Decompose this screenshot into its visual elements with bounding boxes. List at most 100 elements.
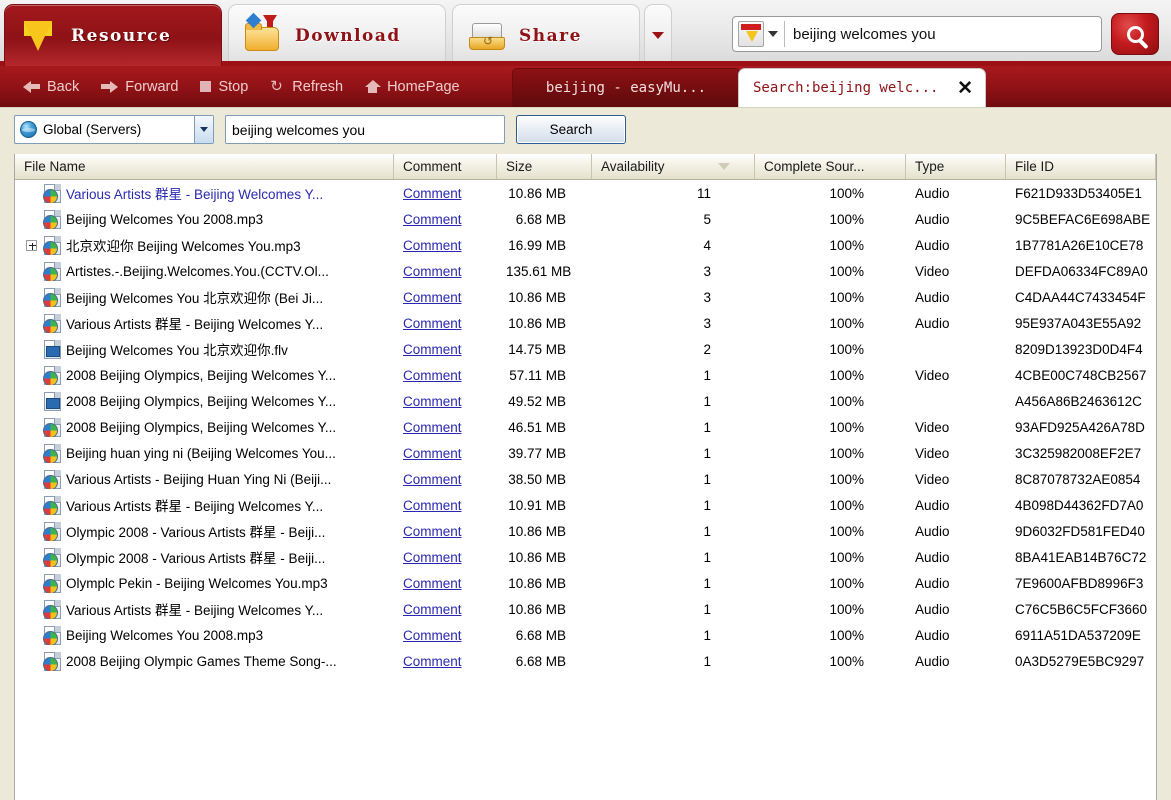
- nav-back-button[interactable]: Back: [14, 76, 88, 98]
- cell-file-id: 9D6032FD581FED40: [1006, 524, 1156, 539]
- doc-tab-search[interactable]: Search:beijing welc... ✕: [738, 68, 986, 107]
- cell-file-name[interactable]: 北京欢迎你 Beijing Welcomes You.mp3: [15, 235, 394, 255]
- table-row[interactable]: Artistes.-.Beijing.Welcomes.You.(CCTV.Ol…: [15, 258, 1156, 284]
- table-row[interactable]: Various Artists 群星 - Beijing Welcomes Y.…: [15, 310, 1156, 336]
- comment-link[interactable]: Comment: [394, 368, 497, 383]
- search-button[interactable]: Search: [516, 115, 626, 144]
- cell-file-id: A456A86B2463612C: [1006, 394, 1156, 409]
- column-header-size[interactable]: Size: [497, 154, 592, 179]
- column-header-availability[interactable]: Availability: [592, 154, 755, 179]
- expand-icon[interactable]: [26, 239, 37, 251]
- table-row[interactable]: Beijing Welcomes You 北京欢迎你.flv Comment 14.…: [15, 336, 1156, 362]
- nav-homepage-button[interactable]: HomePage: [356, 76, 469, 98]
- global-search-box[interactable]: [732, 16, 1102, 52]
- cell-file-name[interactable]: 2008 Beijing Olympics, Beijing Welcomes …: [15, 417, 394, 437]
- chevron-down-icon[interactable]: [768, 31, 778, 37]
- cell-file-name[interactable]: Beijing Welcomes You 2008.mp3: [15, 625, 394, 645]
- table-row[interactable]: Beijing huan ying ni (Beijing Welcomes Y…: [15, 440, 1156, 466]
- nav-back-label: Back: [47, 78, 80, 95]
- cell-file-name[interactable]: 2008 Beijing Olympic Games Theme Song-..…: [15, 651, 394, 671]
- comment-link[interactable]: Comment: [394, 550, 497, 565]
- cell-file-name[interactable]: 2008 Beijing Olympics, Beijing Welcomes …: [15, 391, 394, 411]
- comment-link[interactable]: Comment: [394, 264, 497, 279]
- search-engine-icon[interactable]: [738, 21, 764, 47]
- comment-link[interactable]: Comment: [394, 524, 497, 539]
- comment-link[interactable]: Comment: [394, 472, 497, 487]
- comment-link[interactable]: Comment: [394, 290, 497, 305]
- global-search-input[interactable]: [785, 25, 1101, 43]
- cell-file-name[interactable]: Various Artists 群星 - Beijing Welcomes Y.…: [15, 313, 394, 333]
- table-row[interactable]: Olymplc Pekin - Beijing Welcomes You.mp3…: [15, 570, 1156, 596]
- cell-complete-label: 100%: [829, 549, 864, 565]
- table-row[interactable]: Various Artists - Beijing Huan Ying Ni (…: [15, 466, 1156, 492]
- close-icon[interactable]: ✕: [957, 79, 973, 98]
- search-input[interactable]: [225, 115, 505, 144]
- table-row[interactable]: 北京欢迎你 Beijing Welcomes You.mp3 Comment 16.…: [15, 232, 1156, 258]
- cell-file-name[interactable]: Beijing Welcomes You 2008.mp3: [15, 209, 394, 229]
- comment-link[interactable]: Comment: [394, 602, 497, 617]
- chevron-down-icon[interactable]: [194, 116, 213, 143]
- nav-refresh-button[interactable]: ↻ Refresh: [261, 76, 352, 98]
- comment-link[interactable]: Comment: [394, 342, 497, 357]
- cell-file-name[interactable]: Various Artists 群星 - Beijing Welcomes Y.…: [15, 183, 394, 203]
- comment-link[interactable]: Comment: [394, 186, 497, 201]
- comment-link[interactable]: Comment: [394, 498, 497, 513]
- cell-file-name[interactable]: Various Artists 群星 - Beijing Welcomes Y.…: [15, 599, 394, 619]
- nav-stop-button[interactable]: Stop: [191, 76, 257, 98]
- cell-file-name[interactable]: Artistes.-.Beijing.Welcomes.You.(CCTV.Ol…: [15, 261, 394, 281]
- comment-link[interactable]: Comment: [394, 654, 497, 669]
- table-row[interactable]: 2008 Beijing Olympic Games Theme Song-..…: [15, 648, 1156, 674]
- table-row[interactable]: Various Artists 群星 - Beijing Welcomes Y.…: [15, 180, 1156, 206]
- cell-file-name[interactable]: Beijing Welcomes You 北京欢迎你 (Bei Ji...: [15, 287, 394, 307]
- cell-file-name[interactable]: 2008 Beijing Olympics, Beijing Welcomes …: [15, 365, 394, 385]
- column-header-fileid[interactable]: File ID: [1006, 154, 1156, 179]
- table-row[interactable]: 2008 Beijing Olympics, Beijing Welcomes …: [15, 388, 1156, 414]
- comment-link[interactable]: Comment: [394, 238, 497, 253]
- column-header-type[interactable]: Type: [906, 154, 1006, 179]
- table-row[interactable]: Olympic 2008 - Various Artists 群星 - Beij…: [15, 518, 1156, 544]
- cell-type-label: Video: [915, 367, 950, 383]
- doc-tab-browser[interactable]: beijing - easyMu...: [512, 68, 740, 107]
- column-header-comment[interactable]: Comment: [394, 154, 497, 179]
- main-tab-overflow-button[interactable]: [644, 4, 672, 66]
- results-list-body[interactable]: Various Artists 群星 - Beijing Welcomes Y.…: [15, 180, 1156, 800]
- table-row[interactable]: 2008 Beijing Olympics, Beijing Welcomes …: [15, 362, 1156, 388]
- stop-square-icon: [200, 81, 212, 92]
- search-scope-select[interactable]: Global (Servers): [14, 115, 214, 144]
- comment-link[interactable]: Comment: [394, 212, 497, 227]
- comment-link[interactable]: Comment: [394, 628, 497, 643]
- cell-size: 10.86 MB: [497, 550, 592, 565]
- cell-file-name[interactable]: Olymplc Pekin - Beijing Welcomes You.mp3: [15, 573, 394, 593]
- comment-link[interactable]: Comment: [394, 576, 497, 591]
- main-tab-share[interactable]: Share: [452, 4, 640, 66]
- cell-file-name[interactable]: Olympic 2008 - Various Artists 群星 - Beij…: [15, 521, 394, 541]
- cell-file-id-label: 7E9600AFBD8996F3: [1015, 575, 1144, 591]
- cell-type-label: Audio: [915, 237, 950, 253]
- refresh-icon: ↻: [270, 77, 283, 95]
- table-row[interactable]: Beijing Welcomes You 2008.mp3 Comment 6.68…: [15, 622, 1156, 648]
- column-header-complete[interactable]: Complete Sour...: [755, 154, 906, 179]
- cell-file-name[interactable]: Various Artists - Beijing Huan Ying Ni (…: [15, 469, 394, 489]
- comment-link[interactable]: Comment: [394, 394, 497, 409]
- table-row[interactable]: Beijing Welcomes You 北京欢迎你 (Bei Ji... Com…: [15, 284, 1156, 310]
- main-tab-resource[interactable]: Resource: [4, 4, 222, 66]
- global-search-button[interactable]: [1111, 13, 1159, 55]
- table-row[interactable]: 2008 Beijing Olympics, Beijing Welcomes …: [15, 414, 1156, 440]
- cell-file-name[interactable]: Beijing Welcomes You 北京欢迎你.flv: [15, 339, 394, 359]
- main-tab-download[interactable]: Download: [228, 4, 446, 66]
- cell-file-name[interactable]: Beijing huan ying ni (Beijing Welcomes Y…: [15, 443, 394, 463]
- comment-link-label: Comment: [403, 497, 462, 513]
- column-header-name[interactable]: File Name: [15, 154, 394, 179]
- table-row[interactable]: Various Artists 群星 - Beijing Welcomes Y.…: [15, 596, 1156, 622]
- comment-link[interactable]: Comment: [394, 316, 497, 331]
- cell-file-name[interactable]: Olympic 2008 - Various Artists 群星 - Beij…: [15, 547, 394, 567]
- table-row[interactable]: Various Artists 群星 - Beijing Welcomes Y.…: [15, 492, 1156, 518]
- column-header-name-label: File Name: [24, 159, 86, 174]
- comment-link[interactable]: Comment: [394, 420, 497, 435]
- comment-link[interactable]: Comment: [394, 446, 497, 461]
- cell-file-name[interactable]: Various Artists 群星 - Beijing Welcomes Y.…: [15, 495, 394, 515]
- table-row[interactable]: Olympic 2008 - Various Artists 群星 - Beij…: [15, 544, 1156, 570]
- table-row[interactable]: Beijing Welcomes You 2008.mp3 Comment 6.68…: [15, 206, 1156, 232]
- nav-forward-button[interactable]: Forward: [92, 76, 187, 98]
